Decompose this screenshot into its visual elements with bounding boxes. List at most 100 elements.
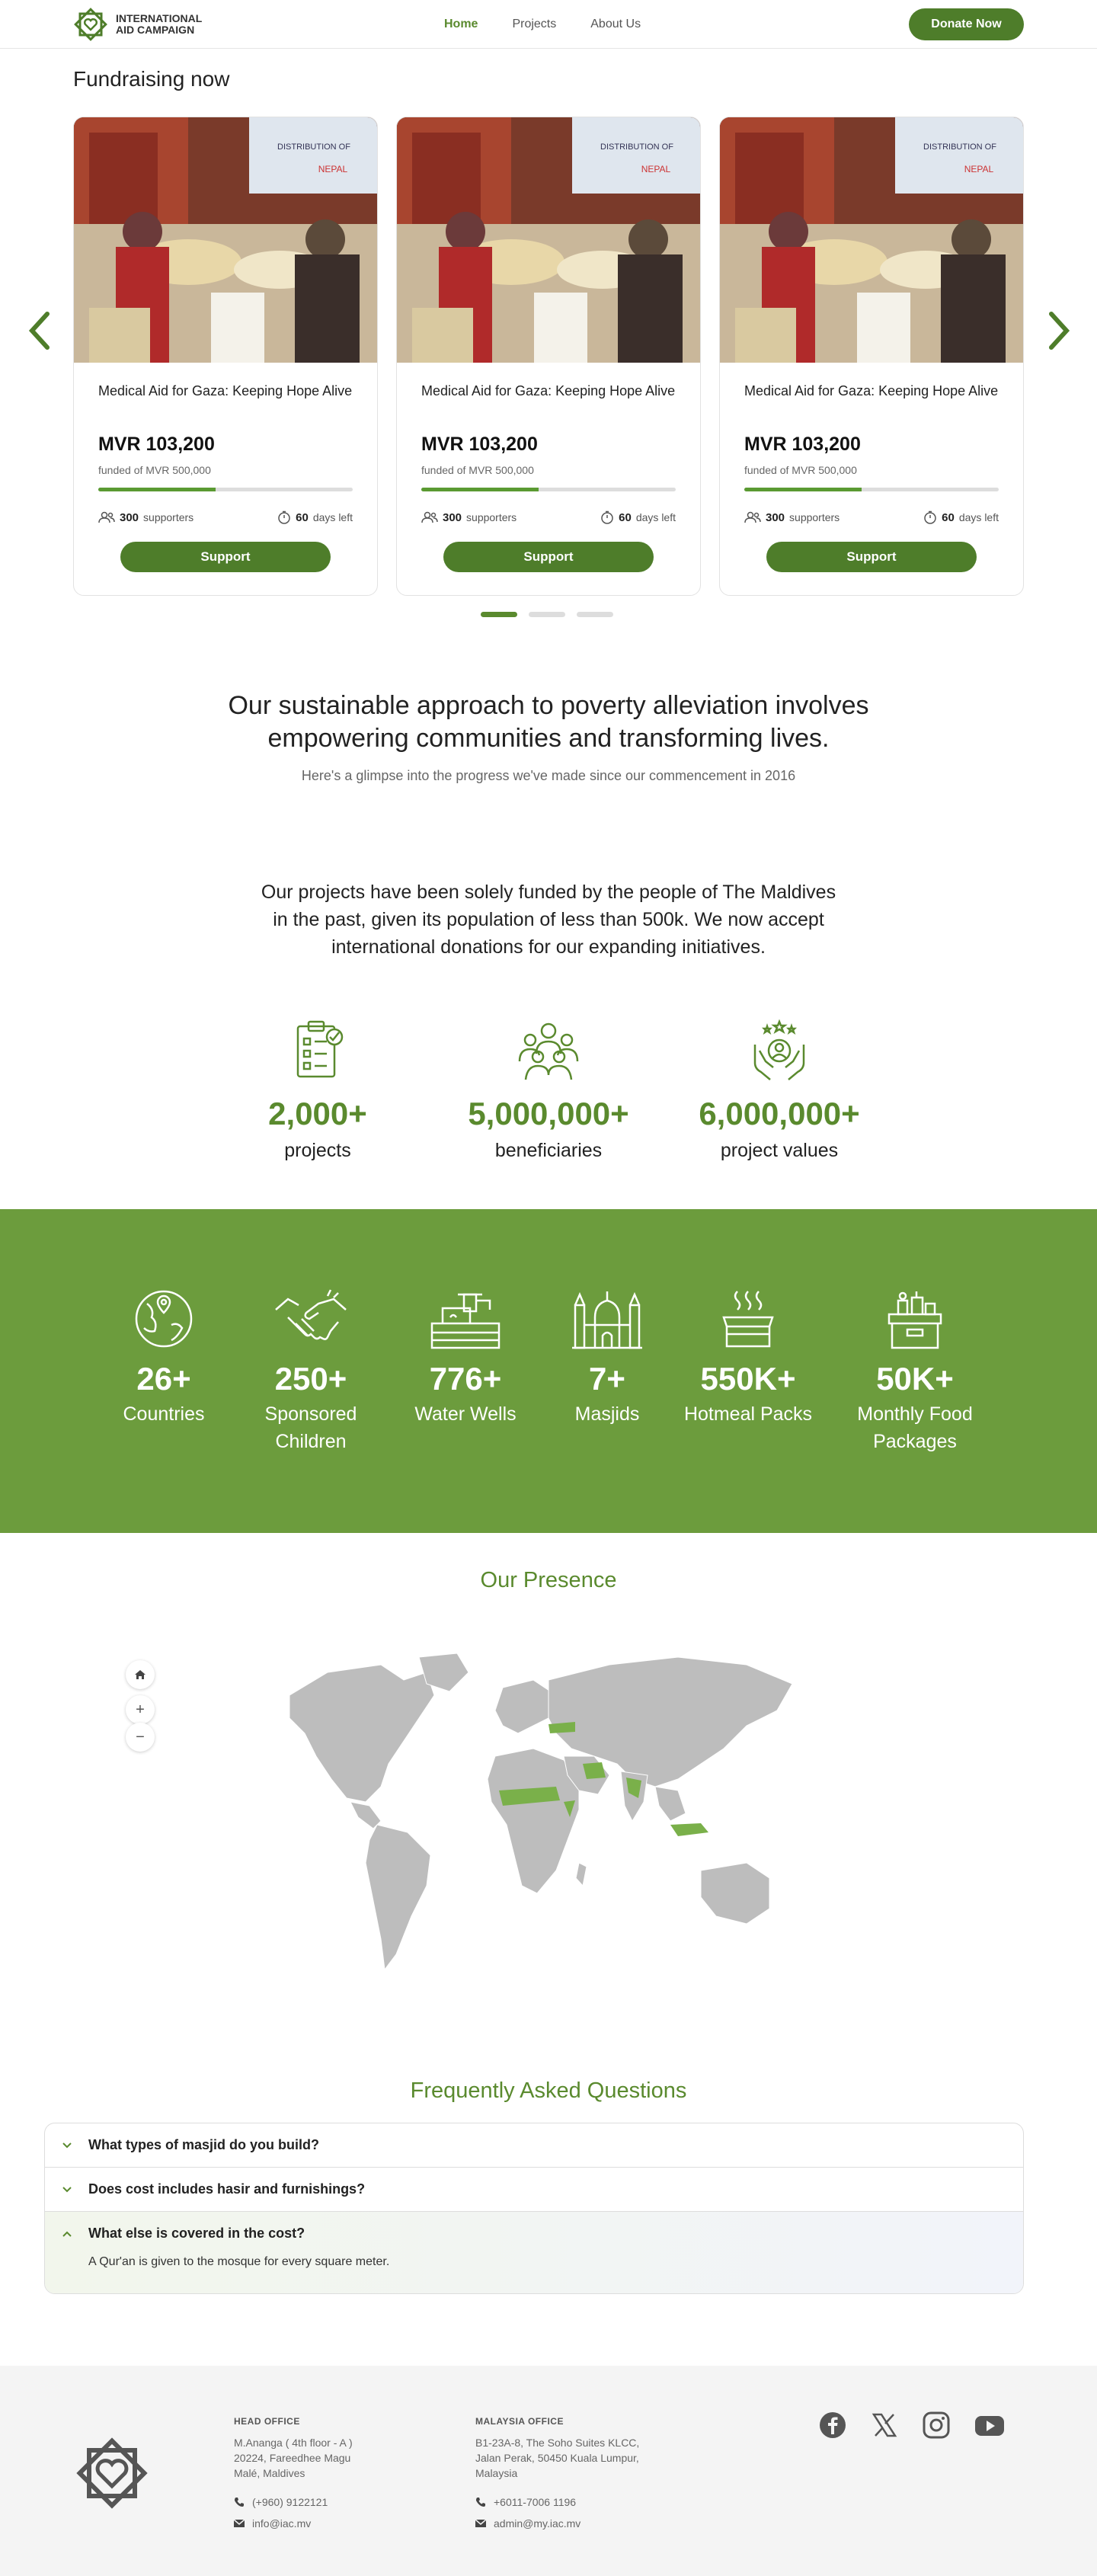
campaign-card[interactable]: DISTRIBUTION OF NEPAL Medical Aid for Ga…	[73, 117, 378, 596]
carousel-dots	[481, 612, 613, 617]
achievements-band: 26+ Countries 250+ Sponsored Children 77…	[0, 1209, 1097, 1533]
campaign-card[interactable]: DISTRIBUTION OF NEPAL Medical Aid for Ga…	[719, 117, 1024, 596]
days-count: 60	[942, 510, 955, 524]
achievement-value: 7+	[589, 1361, 625, 1397]
days-label: days left	[635, 511, 676, 523]
campaign-image: DISTRIBUTION OF NEPAL	[397, 117, 700, 363]
head-office-heading: HEAD OFFICE	[234, 2416, 300, 2427]
mail-icon	[234, 2519, 245, 2527]
social-links	[819, 2411, 1005, 2439]
funding-line2: in the past, given its population of les…	[273, 909, 824, 930]
head-office-email[interactable]: info@iac.mv	[252, 2516, 311, 2531]
mission-subtext: Here's a glimpse into the progress we've…	[301, 768, 796, 783]
campaign-title[interactable]: Medical Aid for Gaza: Keeping Hope Alive	[421, 381, 676, 421]
campaign-stats: 300 supporters 60 days left	[98, 510, 353, 524]
logo[interactable]: INTERNATIONAL AID CAMPAIGN	[73, 7, 202, 42]
campaign-funded-text: funded of MVR 500,000	[421, 464, 534, 476]
hands-star-icon	[753, 1019, 805, 1080]
carousel-dot[interactable]	[529, 612, 565, 617]
campaign-progress-bar	[98, 488, 353, 491]
donate-now-button[interactable]: Donate Now	[909, 8, 1024, 40]
achievement-countries: 26+ Countries	[88, 1287, 240, 1428]
map-africa	[487, 1748, 580, 1894]
campaign-image: DISTRIBUTION OF NEPAL	[720, 117, 1023, 363]
achievement-value: 250+	[274, 1361, 347, 1397]
achievement-label: Countries	[123, 1403, 205, 1425]
supporters-label: supporters	[466, 511, 517, 523]
world-map[interactable]	[274, 1650, 808, 1992]
map-southeast-asia	[654, 1786, 686, 1822]
impact-value: 5,000,000+	[468, 1096, 629, 1131]
masjid-icon	[572, 1291, 642, 1349]
funding-line1: Our projects have been solely funded by …	[261, 882, 836, 903]
malaysia-office-phone[interactable]: +6011-7006 1196	[494, 2494, 576, 2510]
footer: HEAD OFFICE M.Ananga ( 4th floor - A ) 2…	[0, 2366, 1097, 2576]
map-zoom-in-button[interactable]: +	[126, 1695, 155, 1724]
campaign-photo: DISTRIBUTION OF NEPAL	[720, 117, 1023, 363]
achievement-label: Monthly Food Packages	[857, 1403, 973, 1452]
facebook-icon[interactable]	[819, 2411, 846, 2439]
campaign-title[interactable]: Medical Aid for Gaza: Keeping Hope Alive	[744, 381, 999, 421]
days-count: 60	[296, 510, 309, 524]
nav-home[interactable]: Home	[444, 18, 478, 31]
campaign-progress-fill	[421, 488, 539, 491]
campaign-card[interactable]: DISTRIBUTION OF NEPAL Medical Aid for Ga…	[396, 117, 701, 596]
map-europe	[494, 1679, 557, 1734]
phone-icon	[235, 2498, 244, 2507]
supporters-count: 300	[443, 510, 462, 524]
faq-item[interactable]: What types of masjid do you build?	[45, 2123, 1023, 2168]
impact-value: 2,000+	[268, 1096, 367, 1131]
achievement-value: 26+	[136, 1361, 191, 1397]
campaign-funded-text: funded of MVR 500,000	[98, 464, 211, 476]
logo-icon	[74, 7, 107, 41]
malaysia-office-address1: B1-23A-8, The Soho Suites KLCC,	[475, 2437, 640, 2449]
nav-about[interactable]: About Us	[590, 18, 641, 31]
support-button[interactable]: Support	[443, 542, 654, 572]
map-zoom-out-button[interactable]: −	[126, 1723, 155, 1752]
x-icon[interactable]	[871, 2411, 898, 2439]
malaysia-office-email[interactable]: admin@my.iac.mv	[494, 2516, 580, 2531]
faq-question[interactable]: Does cost includes hasir and furnishings…	[88, 2168, 980, 2211]
malaysia-office-address2: Jalan Perak, 50450 Kuala Lumpur,	[475, 2452, 639, 2464]
water-well-icon	[430, 1293, 501, 1349]
carousel-dot[interactable]	[481, 612, 517, 617]
faq-question[interactable]: What types of masjid do you build?	[88, 2123, 980, 2167]
banner-text: DISTRIBUTION OF	[923, 142, 996, 152]
presence-title: Our Presence	[480, 1568, 617, 1592]
achievement-value: 776+	[429, 1361, 502, 1397]
youtube-icon[interactable]	[974, 2411, 1005, 2439]
campaign-funded-text: funded of MVR 500,000	[744, 464, 857, 476]
carousel-dot[interactable]	[577, 612, 613, 617]
faq-question[interactable]: What else is covered in the cost?	[88, 2212, 980, 2255]
campaign-photo: DISTRIBUTION OF NEPAL	[74, 117, 377, 363]
faq-answer: A Qur'an is given to the mosque for ever…	[88, 2255, 390, 2268]
campaign-progress-bar	[421, 488, 676, 491]
campaign-amount: MVR 103,200	[744, 434, 861, 455]
support-button[interactable]: Support	[120, 542, 331, 572]
fundraising-carousel: DISTRIBUTION OF NEPAL Medical Aid for Ga…	[73, 117, 1024, 596]
achievement-masjids: 7+ Masjids	[531, 1287, 683, 1428]
instagram-icon[interactable]	[923, 2411, 950, 2439]
minus-icon: −	[136, 1728, 145, 1746]
supporters-count: 300	[766, 510, 785, 524]
mail-icon	[475, 2519, 486, 2527]
campaign-body: Medical Aid for Gaza: Keeping Hope Alive…	[720, 381, 1023, 572]
faq-item[interactable]: Does cost includes hasir and furnishings…	[45, 2168, 1023, 2212]
nav-projects[interactable]: Projects	[512, 18, 556, 31]
top-nav: INTERNATIONAL AID CAMPAIGN Home Projects…	[0, 0, 1097, 49]
users-icon	[421, 511, 438, 523]
head-office-phone[interactable]: (+960) 9122121	[252, 2494, 328, 2510]
map-madagascar	[575, 1862, 587, 1887]
campaign-title[interactable]: Medical Aid for Gaza: Keeping Hope Alive	[98, 381, 353, 421]
campaign-stats: 300 supporters 60 days left	[744, 510, 999, 524]
carousel-prev-arrow-icon[interactable]	[24, 308, 55, 354]
malaysia-office-address3: Malaysia	[475, 2467, 518, 2479]
support-button[interactable]: Support	[766, 542, 977, 572]
chevron-down-icon	[62, 2142, 72, 2149]
faq-item-open[interactable]: What else is covered in the cost? A Qur'…	[45, 2212, 1023, 2293]
malaysia-office: MALAYSIA OFFICE B1-23A-8, The Soho Suite…	[475, 2414, 673, 2531]
carousel-next-arrow-icon[interactable]	[1044, 308, 1074, 354]
map-home-button[interactable]	[126, 1660, 155, 1689]
footer-logo-icon	[76, 2437, 148, 2509]
map-south-america	[365, 1824, 431, 1971]
